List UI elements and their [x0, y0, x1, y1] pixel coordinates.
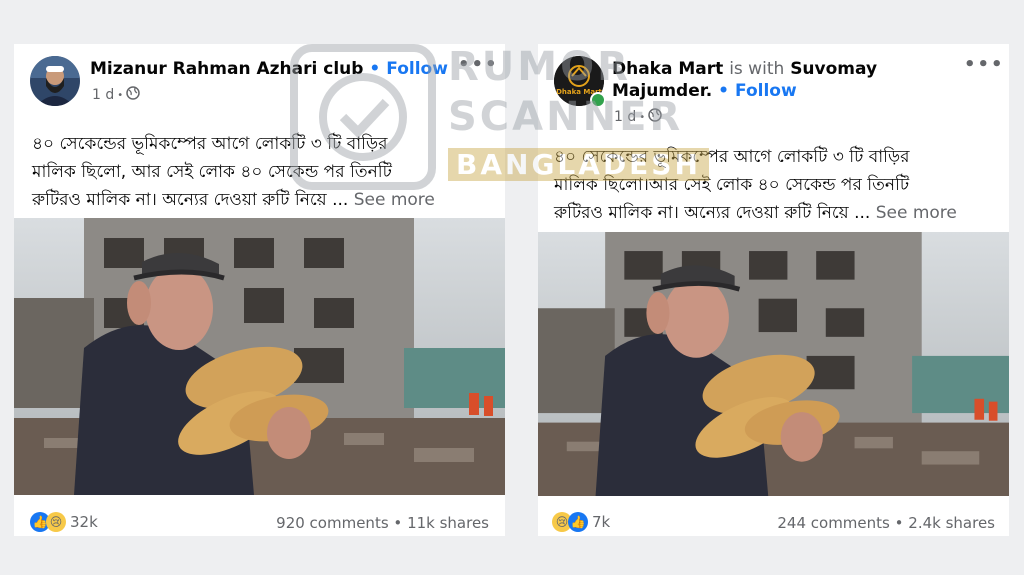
sad-icon: 😢 — [46, 512, 66, 532]
footer-dot: • — [894, 514, 904, 532]
meta-dot: • — [639, 111, 646, 123]
post-meta: 1 d • — [92, 86, 140, 104]
post-card-left: Mizanur Rahman Azhari club • Follow 1 d • … — [14, 44, 505, 536]
reactions-summary[interactable]: 😢 👍 7k — [552, 512, 610, 532]
separator-dot: • — [369, 59, 381, 79]
comments-count[interactable]: 244 comments — [777, 514, 889, 532]
caption-line: মালিক ছিলো।আর সেই লোক ৪০ সেকেন্ড পর তিনট… — [554, 175, 910, 195]
globe-icon — [126, 86, 140, 104]
online-status-dot — [590, 92, 606, 108]
with-text: is with — [729, 59, 785, 79]
caption-line: মালিক ছিলো, আর সেই লোক ৪০ সেকেন্ড পর তিন… — [32, 162, 392, 182]
post-meta: 1 d • — [614, 108, 662, 126]
shares-count[interactable]: 2.4k shares — [908, 514, 995, 532]
tagged-name-link[interactable]: Majumder. — [612, 81, 712, 101]
reactions-summary[interactable]: 👍 😢 32k — [30, 512, 98, 532]
post-photo[interactable] — [538, 232, 1009, 496]
reaction-count: 7k — [592, 513, 611, 531]
engagement-counts: 244 comments • 2.4k shares — [777, 514, 995, 532]
separator-dot: • — [718, 81, 730, 101]
meta-dot: • — [117, 89, 124, 101]
post-caption: ৪০ সেকেন্ডের ভূমিকম্পের আগে লোকটি ৩ টি ব… — [32, 130, 497, 214]
footer-dot: • — [393, 514, 403, 532]
reaction-count: 32k — [70, 513, 98, 531]
caption-line: রুটিরও মালিক না। অন্যের দেওয়া রুটি নিয়… — [554, 203, 871, 223]
see-more-link[interactable]: See more — [354, 190, 435, 210]
caption-line: ৪০ সেকেন্ডের ভূমিকম্পের আগে লোকটি ৩ টি ব… — [554, 147, 910, 167]
avatar[interactable] — [30, 56, 80, 106]
page-name-link[interactable]: Dhaka Mart — [612, 59, 723, 79]
engagement-counts: 920 comments • 11k shares — [276, 514, 489, 532]
follow-button[interactable]: Follow — [735, 81, 797, 101]
caption-line: রুটিরও মালিক না। অন্যের দেওয়া রুটি নিয়… — [32, 190, 349, 210]
post-header: Mizanur Rahman Azhari club • Follow — [90, 58, 448, 80]
post-card-right: Dhaka Mart Dhaka Mart is with Suvomay Ma… — [538, 44, 1009, 536]
comments-count[interactable]: 920 comments — [276, 514, 388, 532]
post-time[interactable]: 1 d — [92, 87, 114, 103]
post-caption: ৪০ সেকেন্ডের ভূমিকম্পের আগে লোকটি ৩ টি ব… — [554, 143, 1004, 227]
follow-button[interactable]: Follow — [386, 59, 448, 79]
see-more-link[interactable]: See more — [876, 203, 957, 223]
caption-line: ৪০ সেকেন্ডের ভূমিকম্পের আগে লোকটি ৩ টি ব… — [32, 134, 388, 154]
like-icon: 👍 — [568, 512, 588, 532]
globe-icon — [648, 108, 662, 126]
post-header: Dhaka Mart is with Suvomay Majumder. • Fol… — [612, 58, 912, 102]
tagged-name-link[interactable]: Suvomay — [790, 59, 877, 79]
shares-count[interactable]: 11k shares — [407, 514, 489, 532]
more-options-icon[interactable]: ••• — [458, 54, 499, 75]
post-photo[interactable] — [14, 218, 505, 495]
post-time[interactable]: 1 d — [614, 109, 636, 125]
more-options-icon[interactable]: ••• — [964, 54, 1005, 75]
page-name-link[interactable]: Mizanur Rahman Azhari club — [90, 59, 363, 79]
